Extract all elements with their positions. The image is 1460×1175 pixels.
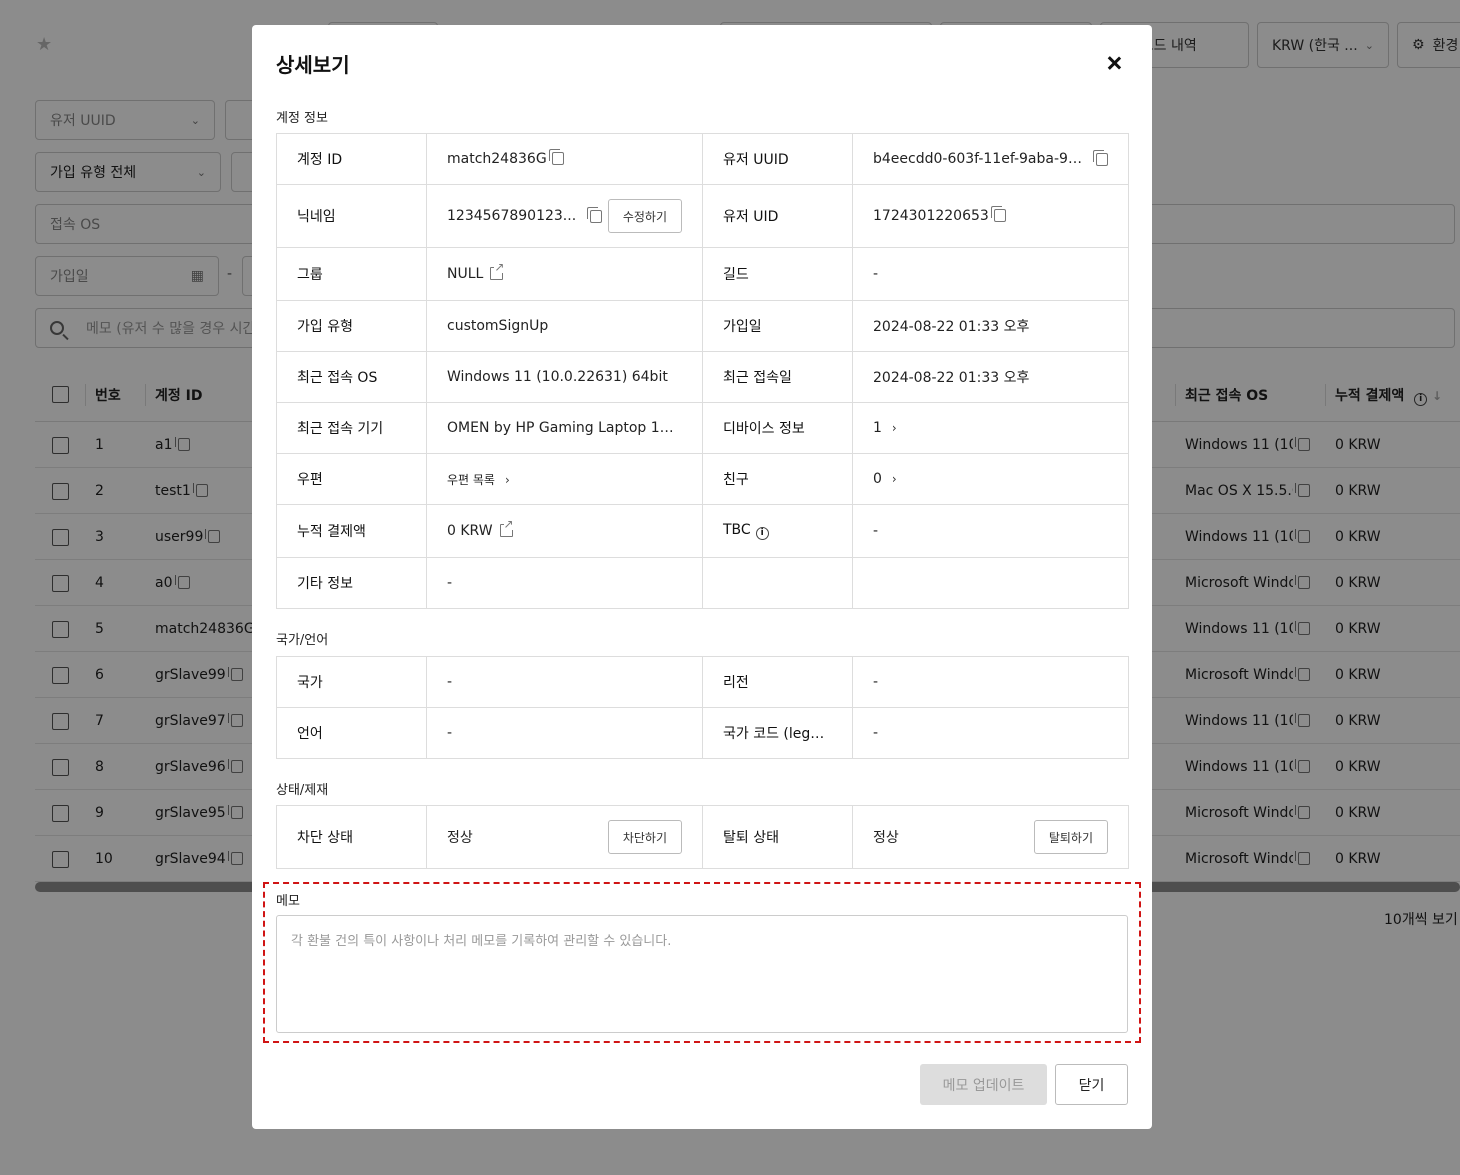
- last-os-label: 최근 접속 OS: [276, 351, 427, 403]
- copy-icon[interactable]: [587, 206, 603, 223]
- locale-table: 국가 - 리전 - 언어 - 국가 코드 (legacy) -: [276, 656, 1129, 759]
- device-info-value: 1: [873, 420, 882, 436]
- country-code-label: 국가 코드 (legacy): [702, 707, 853, 759]
- empty-cell: [702, 557, 853, 609]
- group-label: 그룹: [276, 247, 427, 301]
- update-memo-button[interactable]: 메모 업데이트: [920, 1064, 1047, 1105]
- language-value: -: [426, 707, 703, 759]
- device-info-link[interactable]: 1 ›: [852, 402, 1129, 454]
- section-title-locale: 국가/언어: [276, 633, 329, 648]
- last-login-label: 최근 접속일: [702, 351, 853, 403]
- group-cell: NULL: [426, 247, 703, 301]
- friends-value: 0: [873, 471, 882, 487]
- nickname-label: 닉네임: [276, 184, 427, 248]
- user-uuid-value: b4eecdd0-603f-11ef-9aba-9b...: [873, 151, 1083, 167]
- user-uid-cell: 1724301220653: [852, 184, 1129, 248]
- chevron-right-icon: ›: [504, 472, 510, 487]
- close-button[interactable]: 닫기: [1055, 1064, 1128, 1105]
- block-status-cell: 정상 차단하기: [426, 805, 703, 869]
- chevron-right-icon: ›: [891, 421, 897, 435]
- withdraw-button[interactable]: 탈퇴하기: [1033, 820, 1108, 854]
- signup-date-label: 가입일: [702, 300, 853, 352]
- signup-date-value: 2024-08-22 01:33 오후: [852, 300, 1129, 352]
- country-value: -: [426, 656, 703, 708]
- etc-value: -: [426, 557, 703, 609]
- etc-label: 기타 정보: [276, 557, 427, 609]
- tbc-label-cell: TBC i: [702, 504, 853, 558]
- section-title-status: 상태/제재: [276, 783, 329, 798]
- memo-textarea[interactable]: [276, 915, 1128, 1033]
- info-icon[interactable]: i: [755, 527, 769, 540]
- last-device-label: 최근 접속 기기: [276, 402, 427, 454]
- section-title-account: 계정 정보: [276, 111, 328, 126]
- last-device-value: OMEN by HP Gaming Laptop 16-k0...: [426, 402, 703, 454]
- mail-list-text: 우편 목록: [447, 472, 495, 487]
- total-payment-value: 0 KRW: [447, 523, 493, 539]
- region-value: -: [852, 656, 1129, 708]
- signup-type-label: 가입 유형: [276, 300, 427, 352]
- block-button[interactable]: 차단하기: [607, 820, 682, 854]
- copy-icon[interactable]: [990, 206, 1006, 222]
- empty-cell: [852, 557, 1129, 609]
- account-id-label: 계정 ID: [276, 133, 427, 185]
- tbc-value: -: [852, 504, 1129, 558]
- account-info-table: 계정 ID match24836G 유저 UUID b4eecdd0-603f-…: [276, 133, 1129, 609]
- detail-modal: 상세보기 계정 정보 계정 ID match24836G 유저 UUID b4e…: [252, 25, 1152, 1129]
- external-link-icon[interactable]: [499, 518, 514, 537]
- friends-link[interactable]: 0 ›: [852, 453, 1129, 505]
- edit-nickname-button[interactable]: 수정하기: [607, 199, 682, 233]
- country-label: 국가: [276, 656, 427, 708]
- user-uid-value: 1724301220653: [873, 208, 989, 224]
- user-uuid-label: 유저 UUID: [702, 133, 853, 185]
- total-payment-label: 누적 결제액: [276, 504, 427, 558]
- withdraw-status-value: 정상: [873, 830, 899, 846]
- guild-label: 길드: [702, 247, 853, 301]
- group-value: NULL: [447, 266, 484, 282]
- signup-type-value: customSignUp: [426, 300, 703, 352]
- language-label: 언어: [276, 707, 427, 759]
- mail-label: 우편: [276, 453, 427, 505]
- user-uuid-cell: b4eecdd0-603f-11ef-9aba-9b...: [852, 133, 1129, 185]
- mail-list-link[interactable]: 우편 목록 ›: [426, 453, 703, 505]
- nickname-value: 1234567890123...: [447, 208, 577, 224]
- last-os-value: Windows 11 (10.0.22631) 64bit: [426, 351, 703, 403]
- nickname-cell: 1234567890123... 수정하기: [426, 184, 703, 248]
- copy-icon[interactable]: [548, 149, 564, 165]
- withdraw-status-label: 탈퇴 상태: [702, 805, 853, 869]
- country-code-value: -: [852, 707, 1129, 759]
- friends-label: 친구: [702, 453, 853, 505]
- user-uid-label: 유저 UID: [702, 184, 853, 248]
- total-payment-cell: 0 KRW: [426, 504, 703, 558]
- account-id-value: match24836G: [447, 151, 547, 167]
- guild-value: -: [852, 247, 1129, 301]
- block-status-label: 차단 상태: [276, 805, 427, 869]
- region-label: 리전: [702, 656, 853, 708]
- close-icon[interactable]: [1104, 53, 1124, 73]
- tbc-label: TBC: [723, 522, 751, 538]
- block-status-value: 정상: [447, 830, 473, 846]
- external-link-icon[interactable]: [490, 261, 505, 280]
- withdraw-status-cell: 정상 탈퇴하기: [852, 805, 1129, 869]
- account-id-cell: match24836G: [426, 133, 703, 185]
- chevron-right-icon: ›: [891, 472, 897, 486]
- status-table: 차단 상태 정상 차단하기 탈퇴 상태 정상 탈퇴하기: [276, 805, 1129, 869]
- copy-icon[interactable]: [1093, 149, 1108, 166]
- device-info-label: 디바이스 정보: [702, 402, 853, 454]
- last-login-value: 2024-08-22 01:33 오후: [852, 351, 1129, 403]
- memo-label: 메모: [276, 894, 300, 909]
- modal-title: 상세보기: [276, 53, 350, 77]
